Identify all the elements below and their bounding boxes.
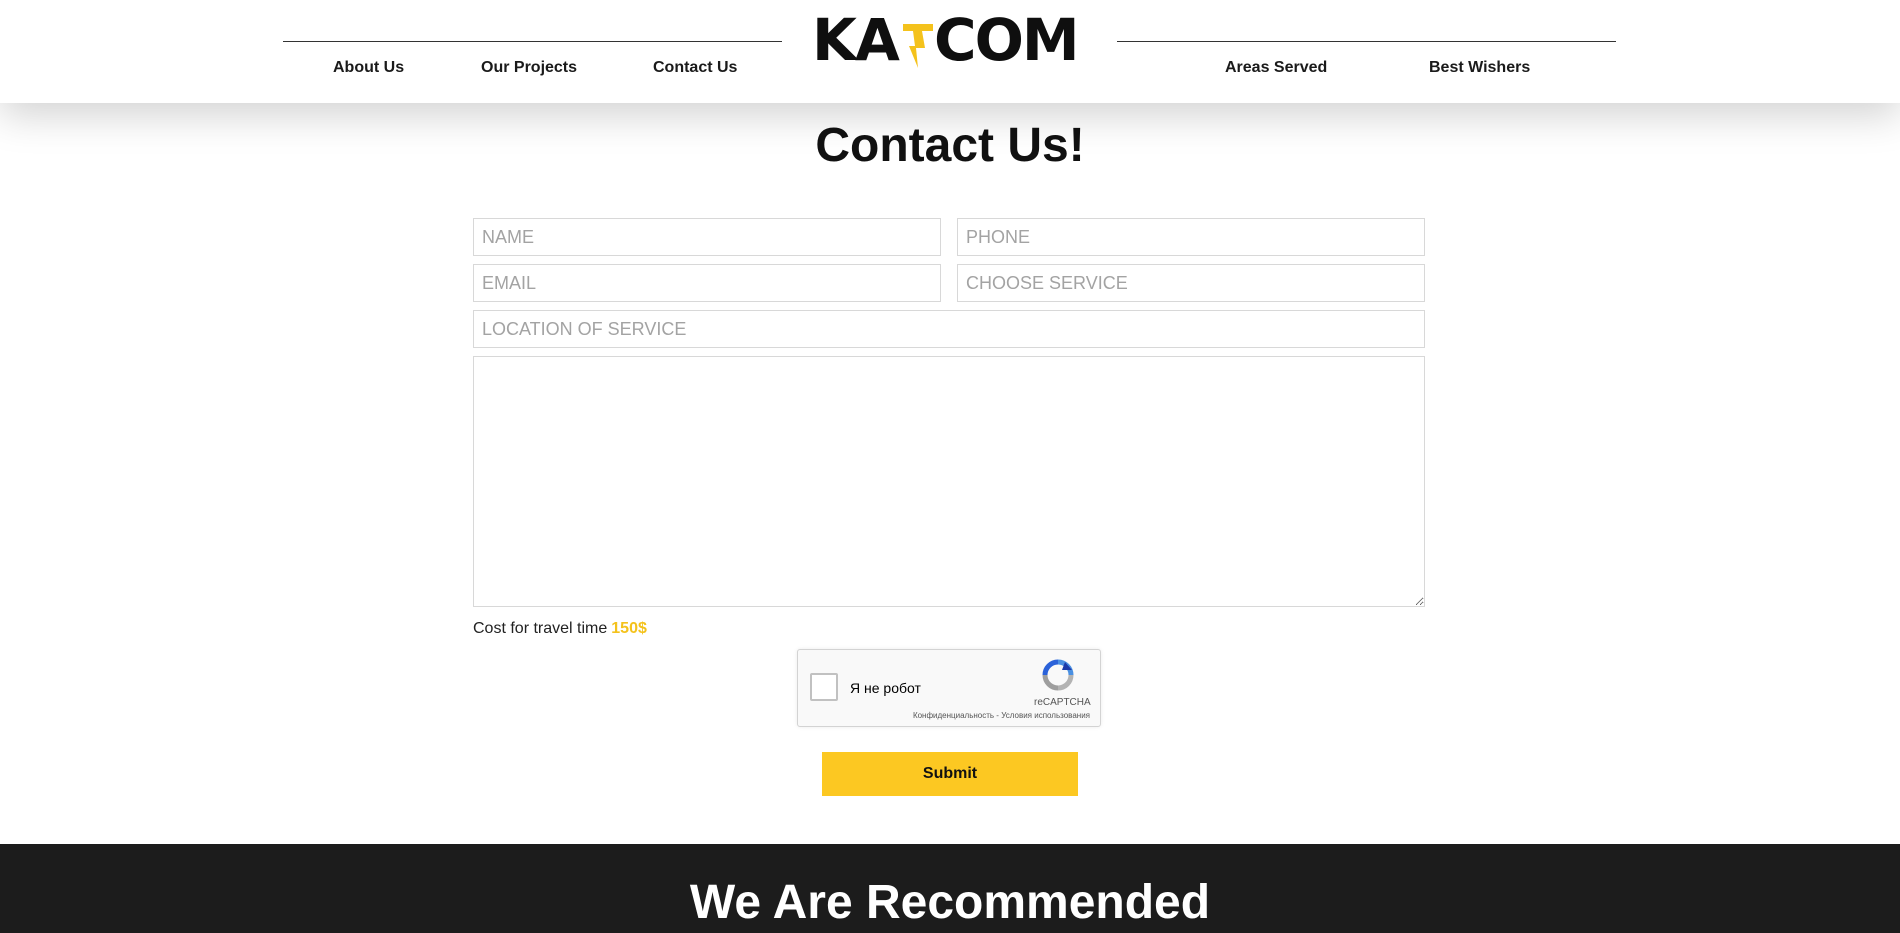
recaptcha-widget: Я не робот reCAPTCHA Конфиденциальность … [797, 649, 1101, 727]
name-field[interactable] [473, 218, 941, 256]
recaptcha-links[interactable]: Конфиденциальность - Условия использован… [913, 711, 1090, 720]
travel-cost-note: Cost for travel time 150$ [473, 620, 647, 638]
nav-our-projects[interactable]: Our Projects [481, 59, 577, 77]
header-rule-left [283, 41, 782, 42]
logo-text-right: COM [934, 6, 1080, 74]
recaptcha-checkbox[interactable] [810, 673, 838, 701]
message-textarea[interactable] [473, 356, 1425, 607]
nav-areas-served[interactable]: Areas Served [1225, 59, 1327, 77]
site-logo[interactable]: KA COM [812, 6, 1080, 74]
nav-contact-us[interactable]: Contact Us [653, 59, 737, 77]
site-header: About Us Our Projects Contact Us KA COM … [0, 0, 1900, 103]
location-field[interactable] [473, 310, 1425, 348]
recommended-section: We Are Recommended [0, 844, 1900, 933]
nav-about-us[interactable]: About Us [333, 59, 404, 77]
phone-field[interactable] [957, 218, 1425, 256]
lightning-bolt-icon [903, 24, 933, 68]
page-title: Contact Us! [815, 119, 1085, 172]
submit-button[interactable]: Submit [822, 752, 1078, 796]
recommended-title: We Are Recommended [689, 876, 1211, 929]
logo-text-left: KA [812, 6, 900, 74]
header-rule-right [1117, 41, 1616, 42]
travel-cost-amount: 150$ [611, 620, 647, 637]
recaptcha-brand: reCAPTCHA [1034, 697, 1091, 708]
email-field[interactable] [473, 264, 941, 302]
recaptcha-icon [1042, 659, 1074, 691]
service-select[interactable] [957, 264, 1425, 302]
travel-cost-label: Cost for travel time [473, 620, 608, 637]
recaptcha-label: Я не робот [850, 680, 921, 696]
nav-best-wishers[interactable]: Best Wishers [1429, 59, 1530, 77]
